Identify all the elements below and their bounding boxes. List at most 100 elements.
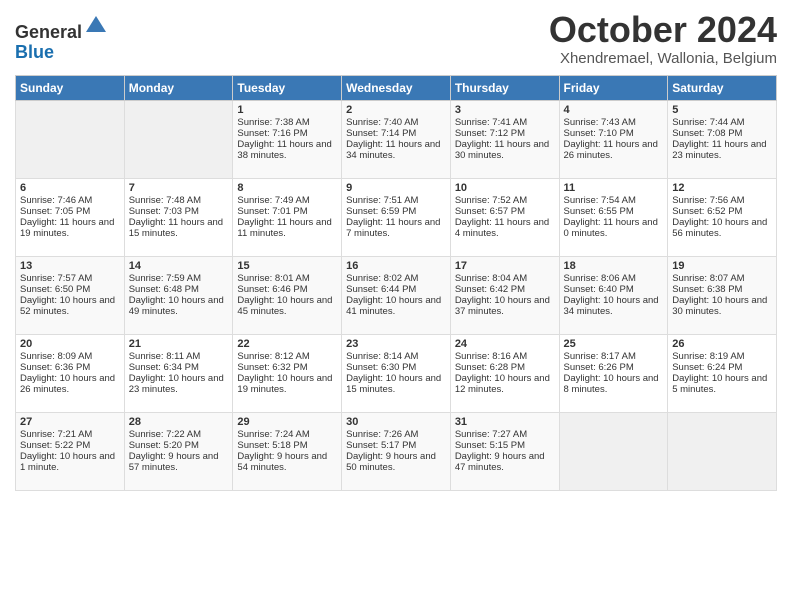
daylight-text: Daylight: 11 hours and 23 minutes. bbox=[672, 139, 766, 161]
sunrise-text: Sunrise: 7:56 AM bbox=[672, 195, 744, 206]
calendar-cell: 27Sunrise: 7:21 AMSunset: 5:22 PMDayligh… bbox=[16, 412, 125, 490]
daylight-text: Daylight: 10 hours and 8 minutes. bbox=[564, 373, 659, 395]
day-number: 29 bbox=[237, 416, 337, 428]
day-number: 30 bbox=[346, 416, 446, 428]
sunrise-text: Sunrise: 7:52 AM bbox=[455, 195, 527, 206]
calendar-cell: 4Sunrise: 7:43 AMSunset: 7:10 PMDaylight… bbox=[559, 100, 668, 178]
daylight-text: Daylight: 10 hours and 49 minutes. bbox=[129, 295, 224, 317]
day-number: 19 bbox=[672, 260, 772, 272]
sunset-text: Sunset: 5:15 PM bbox=[455, 440, 525, 451]
day-number: 24 bbox=[455, 338, 555, 350]
daylight-text: Daylight: 10 hours and 15 minutes. bbox=[346, 373, 441, 395]
sunset-text: Sunset: 5:20 PM bbox=[129, 440, 199, 451]
sunset-text: Sunset: 5:22 PM bbox=[20, 440, 90, 451]
daylight-text: Daylight: 10 hours and 1 minute. bbox=[20, 451, 115, 473]
sunset-text: Sunset: 6:34 PM bbox=[129, 362, 199, 373]
daylight-text: Daylight: 9 hours and 54 minutes. bbox=[237, 451, 327, 473]
day-number: 27 bbox=[20, 416, 120, 428]
day-number: 10 bbox=[455, 182, 555, 194]
daylight-text: Daylight: 10 hours and 5 minutes. bbox=[672, 373, 767, 395]
sunrise-text: Sunrise: 7:41 AM bbox=[455, 117, 527, 128]
sunrise-text: Sunrise: 7:38 AM bbox=[237, 117, 309, 128]
calendar-table: SundayMondayTuesdayWednesdayThursdayFrid… bbox=[15, 75, 777, 491]
sunset-text: Sunset: 7:10 PM bbox=[564, 128, 634, 139]
weekday-header: Thursday bbox=[450, 75, 559, 100]
calendar-row: 13Sunrise: 7:57 AMSunset: 6:50 PMDayligh… bbox=[16, 256, 777, 334]
calendar-cell: 6Sunrise: 7:46 AMSunset: 7:05 PMDaylight… bbox=[16, 178, 125, 256]
calendar-cell: 15Sunrise: 8:01 AMSunset: 6:46 PMDayligh… bbox=[233, 256, 342, 334]
day-number: 14 bbox=[129, 260, 229, 272]
sunrise-text: Sunrise: 7:24 AM bbox=[237, 429, 309, 440]
calendar-cell: 18Sunrise: 8:06 AMSunset: 6:40 PMDayligh… bbox=[559, 256, 668, 334]
sunrise-text: Sunrise: 7:54 AM bbox=[564, 195, 636, 206]
calendar-cell: 7Sunrise: 7:48 AMSunset: 7:03 PMDaylight… bbox=[124, 178, 233, 256]
sunset-text: Sunset: 6:32 PM bbox=[237, 362, 307, 373]
sunset-text: Sunset: 7:03 PM bbox=[129, 206, 199, 217]
daylight-text: Daylight: 9 hours and 50 minutes. bbox=[346, 451, 436, 473]
daylight-text: Daylight: 11 hours and 30 minutes. bbox=[455, 139, 549, 161]
sunrise-text: Sunrise: 8:01 AM bbox=[237, 273, 309, 284]
calendar-cell: 20Sunrise: 8:09 AMSunset: 6:36 PMDayligh… bbox=[16, 334, 125, 412]
daylight-text: Daylight: 11 hours and 4 minutes. bbox=[455, 217, 549, 239]
daylight-text: Daylight: 11 hours and 38 minutes. bbox=[237, 139, 331, 161]
calendar-cell: 2Sunrise: 7:40 AMSunset: 7:14 PMDaylight… bbox=[342, 100, 451, 178]
sunset-text: Sunset: 6:46 PM bbox=[237, 284, 307, 295]
day-number: 11 bbox=[564, 182, 664, 194]
sunrise-text: Sunrise: 7:46 AM bbox=[20, 195, 92, 206]
calendar-cell: 30Sunrise: 7:26 AMSunset: 5:17 PMDayligh… bbox=[342, 412, 451, 490]
daylight-text: Daylight: 11 hours and 19 minutes. bbox=[20, 217, 114, 239]
sunrise-text: Sunrise: 7:40 AM bbox=[346, 117, 418, 128]
day-number: 31 bbox=[455, 416, 555, 428]
daylight-text: Daylight: 11 hours and 0 minutes. bbox=[564, 217, 658, 239]
sunrise-text: Sunrise: 7:51 AM bbox=[346, 195, 418, 206]
sunrise-text: Sunrise: 7:49 AM bbox=[237, 195, 309, 206]
calendar-cell: 12Sunrise: 7:56 AMSunset: 6:52 PMDayligh… bbox=[668, 178, 777, 256]
calendar-cell: 3Sunrise: 7:41 AMSunset: 7:12 PMDaylight… bbox=[450, 100, 559, 178]
sunset-text: Sunset: 6:52 PM bbox=[672, 206, 742, 217]
calendar-cell: 11Sunrise: 7:54 AMSunset: 6:55 PMDayligh… bbox=[559, 178, 668, 256]
daylight-text: Daylight: 10 hours and 41 minutes. bbox=[346, 295, 441, 317]
sunrise-text: Sunrise: 7:22 AM bbox=[129, 429, 201, 440]
calendar-cell: 28Sunrise: 7:22 AMSunset: 5:20 PMDayligh… bbox=[124, 412, 233, 490]
day-number: 13 bbox=[20, 260, 120, 272]
daylight-text: Daylight: 10 hours and 30 minutes. bbox=[672, 295, 767, 317]
day-number: 6 bbox=[20, 182, 120, 194]
daylight-text: Daylight: 10 hours and 26 minutes. bbox=[20, 373, 115, 395]
daylight-text: Daylight: 10 hours and 56 minutes. bbox=[672, 217, 767, 239]
day-number: 15 bbox=[237, 260, 337, 272]
weekday-header: Monday bbox=[124, 75, 233, 100]
day-number: 1 bbox=[237, 104, 337, 116]
sunrise-text: Sunrise: 8:12 AM bbox=[237, 351, 309, 362]
day-number: 21 bbox=[129, 338, 229, 350]
page-container: General Blue October 2024 Xhendremael, W… bbox=[0, 0, 792, 501]
sunset-text: Sunset: 6:48 PM bbox=[129, 284, 199, 295]
day-number: 16 bbox=[346, 260, 446, 272]
calendar-cell bbox=[668, 412, 777, 490]
daylight-text: Daylight: 11 hours and 11 minutes. bbox=[237, 217, 331, 239]
calendar-cell: 8Sunrise: 7:49 AMSunset: 7:01 PMDaylight… bbox=[233, 178, 342, 256]
sunset-text: Sunset: 7:14 PM bbox=[346, 128, 416, 139]
daylight-text: Daylight: 9 hours and 57 minutes. bbox=[129, 451, 219, 473]
day-number: 23 bbox=[346, 338, 446, 350]
day-number: 4 bbox=[564, 104, 664, 116]
weekday-header: Sunday bbox=[16, 75, 125, 100]
daylight-text: Daylight: 10 hours and 23 minutes. bbox=[129, 373, 224, 395]
daylight-text: Daylight: 10 hours and 52 minutes. bbox=[20, 295, 115, 317]
calendar-cell: 16Sunrise: 8:02 AMSunset: 6:44 PMDayligh… bbox=[342, 256, 451, 334]
daylight-text: Daylight: 9 hours and 47 minutes. bbox=[455, 451, 545, 473]
sunset-text: Sunset: 6:28 PM bbox=[455, 362, 525, 373]
sunset-text: Sunset: 6:44 PM bbox=[346, 284, 416, 295]
calendar-cell: 10Sunrise: 7:52 AMSunset: 6:57 PMDayligh… bbox=[450, 178, 559, 256]
location: Xhendremael, Wallonia, Belgium bbox=[549, 50, 777, 67]
calendar-row: 20Sunrise: 8:09 AMSunset: 6:36 PMDayligh… bbox=[16, 334, 777, 412]
day-number: 28 bbox=[129, 416, 229, 428]
day-number: 18 bbox=[564, 260, 664, 272]
sunrise-text: Sunrise: 8:04 AM bbox=[455, 273, 527, 284]
sunrise-text: Sunrise: 7:26 AM bbox=[346, 429, 418, 440]
calendar-cell bbox=[124, 100, 233, 178]
logo: General Blue bbox=[15, 14, 108, 63]
sunrise-text: Sunrise: 8:11 AM bbox=[129, 351, 201, 362]
day-number: 25 bbox=[564, 338, 664, 350]
day-number: 12 bbox=[672, 182, 772, 194]
sunrise-text: Sunrise: 7:48 AM bbox=[129, 195, 201, 206]
